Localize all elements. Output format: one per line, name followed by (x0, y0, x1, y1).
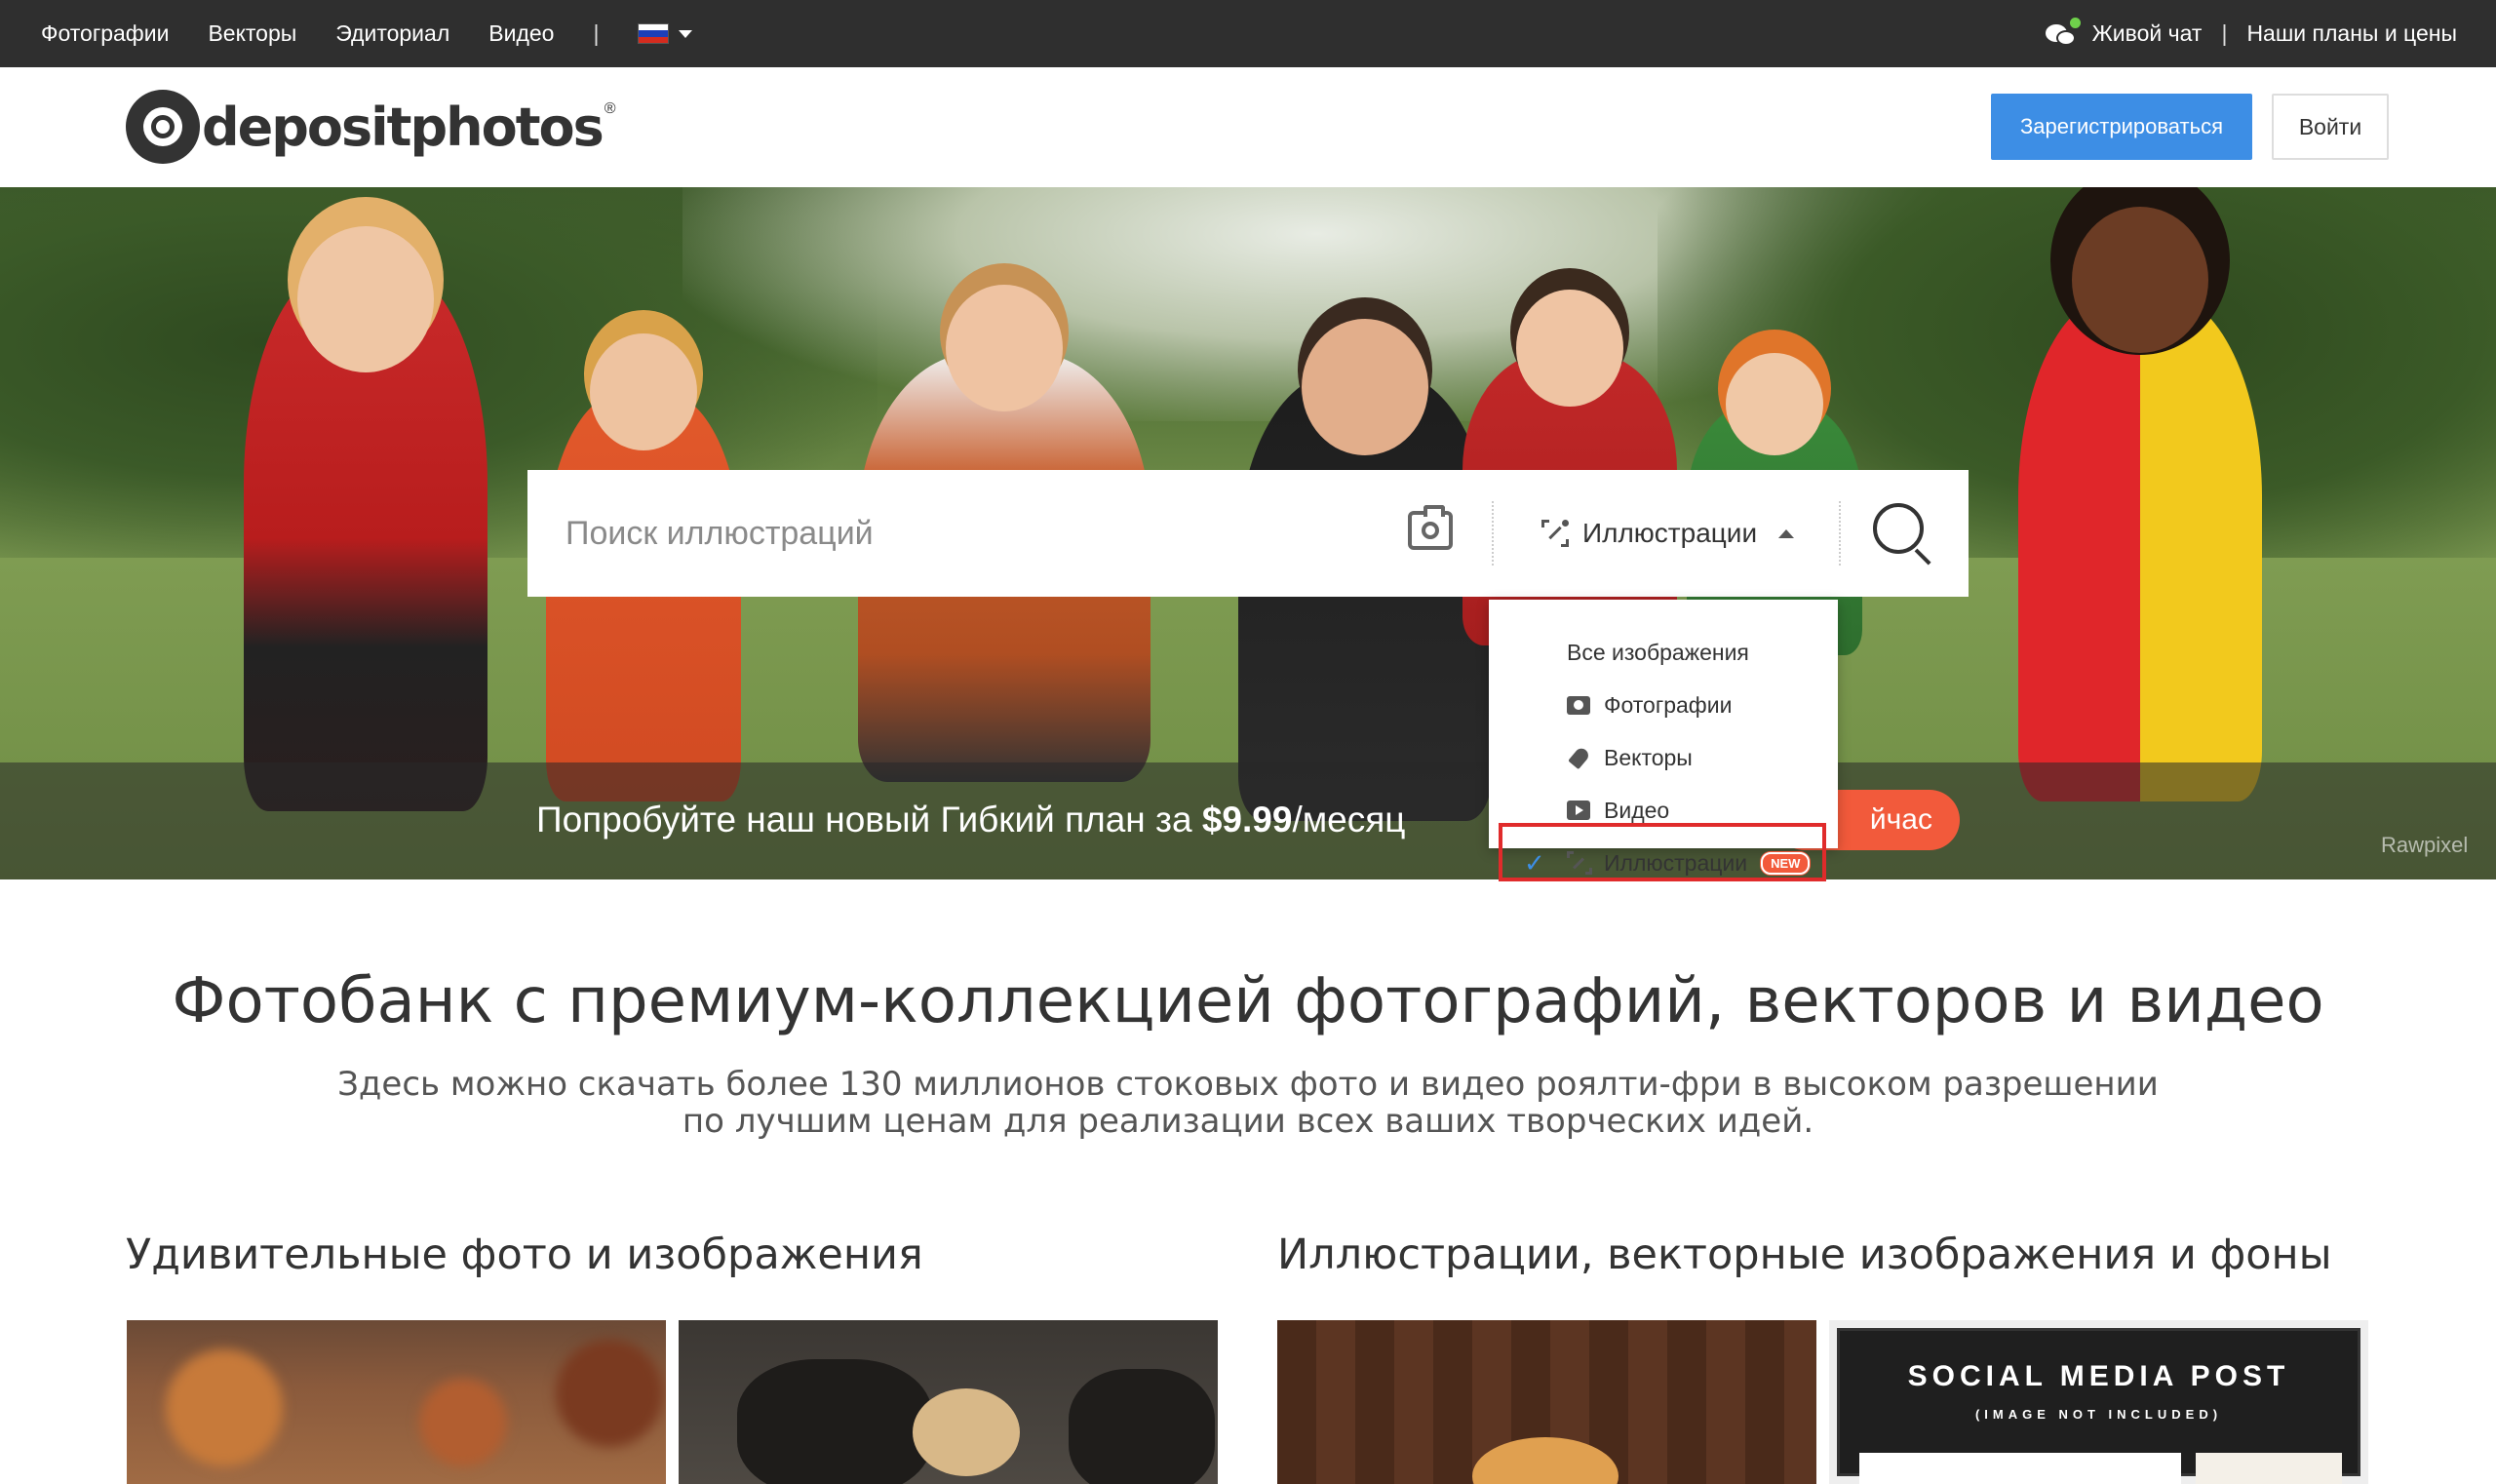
promo-text-post: /месяц (1292, 800, 1406, 840)
search-type-dropdown: Все изображения Фотографии Векторы Видео… (1489, 600, 1838, 881)
chevron-down-icon (679, 29, 693, 38)
chevron-up-icon (1778, 528, 1795, 538)
top-right: Живой чат | Наши планы и цены (2045, 0, 2457, 67)
logo-camera-icon (126, 90, 200, 164)
thumbnail-subtext: (IMAGE NOT INCLUDED) (1974, 1407, 2223, 1422)
live-chat-link[interactable]: Живой чат (2092, 20, 2203, 47)
thumbnail-text: SOCIAL MEDIA POST (1907, 1360, 2290, 1392)
top-bar: Фотографии Векторы Эдиториал Видео | Жив… (0, 0, 2496, 67)
top-nav-editorial[interactable]: Эдиториал (335, 20, 449, 47)
section-title-photos: Удивительные фото и изображения (126, 1230, 923, 1279)
search-divider (1492, 501, 1494, 566)
top-nav-separator: | (593, 20, 600, 46)
russian-flag-icon (638, 23, 670, 44)
page-subtitle-line-1: Здесь можно скачать более 130 миллионов … (337, 1065, 2159, 1104)
dropdown-item-photos[interactable]: Фотографии (1489, 679, 1838, 731)
logo-registered-mark: ® (604, 100, 616, 117)
thumbnail-illustration-1[interactable] (1277, 1320, 1816, 1484)
page-subtitle: Здесь можно скачать более 130 миллионов … (0, 1066, 2496, 1140)
video-icon (1567, 799, 1592, 822)
dropdown-item-label: Видео (1604, 797, 1670, 823)
search-type-selector[interactable]: Иллюстрации (1541, 470, 1795, 597)
page-title: Фотобанк с премиум-коллекцией фотографий… (172, 965, 2324, 1037)
illustration-icon (1541, 520, 1569, 547)
top-nav: Фотографии Векторы Эдиториал Видео | (41, 0, 693, 67)
top-nav-vectors[interactable]: Векторы (208, 20, 296, 47)
photo-credit: Rawpixel (2381, 833, 2469, 857)
dropdown-item-vectors[interactable]: Векторы (1489, 731, 1838, 784)
vector-icon (1567, 745, 1592, 770)
dropdown-item-label: Фотографии (1604, 691, 1733, 718)
selected-item-highlight (1499, 823, 1826, 881)
search-divider-2 (1839, 501, 1841, 566)
language-selector[interactable] (638, 23, 693, 44)
promo-text: Попробуйте наш новый Гибкий план за $9.9… (536, 800, 1405, 840)
top-right-separator: | (2221, 20, 2228, 46)
dropdown-item-all[interactable]: Все изображения (1489, 626, 1838, 679)
dropdown-item-label: Векторы (1604, 744, 1693, 770)
section-title-illustrations: Иллюстрации, векторные изображения и фон… (1277, 1230, 2332, 1279)
register-button[interactable]: Зарегистрироваться (1991, 94, 2252, 160)
page-subtitle-line-2: по лучшим ценам для реализации всех ваши… (682, 1102, 1814, 1141)
search-bar: Иллюстрации (527, 470, 1969, 597)
photo-icon (1567, 693, 1592, 717)
thumbnail-photo-2[interactable] (679, 1320, 1218, 1484)
logo-text: depositphotos (202, 96, 604, 158)
search-icon[interactable] (1873, 503, 1933, 566)
dropdown-item-label: Все изображения (1567, 639, 1749, 665)
promo-price: $9.99 (1201, 800, 1293, 840)
plans-link[interactable]: Наши планы и цены (2246, 20, 2457, 47)
thumbnail-photo-1[interactable] (127, 1320, 666, 1484)
top-nav-photos[interactable]: Фотографии (41, 20, 169, 47)
header: depositphotos ® Зарегистрироваться Войти (0, 67, 2496, 187)
chat-icon (2045, 17, 2081, 48)
thumbnail-illustration-2[interactable]: SOCIAL MEDIA POST (IMAGE NOT INCLUDED) (1829, 1320, 2368, 1484)
search-type-label: Иллюстрации (1582, 518, 1758, 548)
top-nav-video[interactable]: Видео (488, 20, 554, 47)
camera-search-icon[interactable] (1408, 505, 1453, 550)
search-input[interactable] (527, 514, 1376, 553)
login-button[interactable]: Войти (2272, 94, 2389, 160)
logo[interactable]: depositphotos ® (126, 90, 616, 164)
promo-text-pre: Попробуйте наш новый Гибкий план за (536, 800, 1202, 840)
